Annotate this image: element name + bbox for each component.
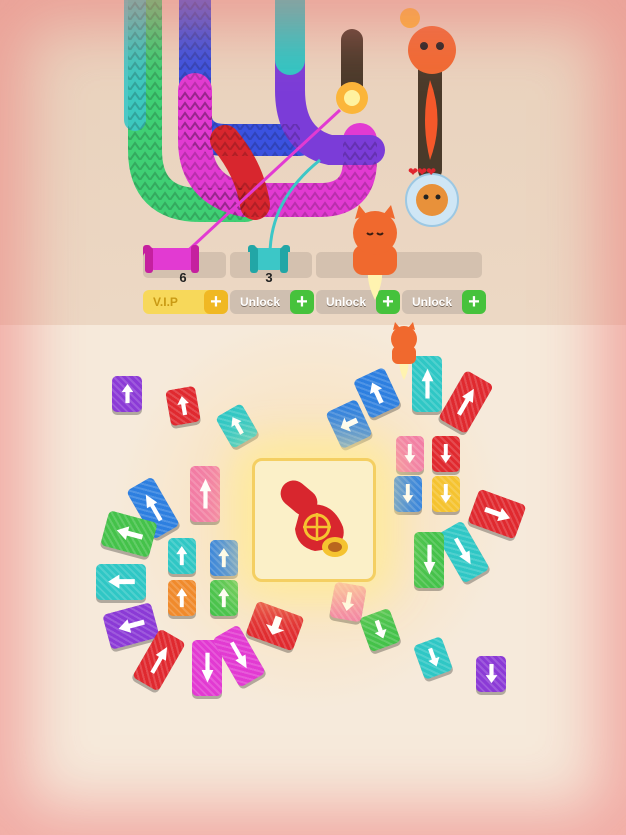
arrow-up-icon — [176, 546, 188, 566]
arrow-tile[interactable] — [414, 532, 444, 588]
vip-label: V.I.P — [153, 295, 178, 309]
arrow-up-icon — [176, 588, 188, 608]
unlock-slot-button-1[interactable]: Unlock + — [230, 290, 314, 314]
arrow-left-icon — [118, 619, 145, 634]
arrow-down-icon — [341, 592, 354, 612]
pointer-glove-icon — [280, 480, 348, 557]
rocket-cat-small-icon — [391, 322, 417, 380]
arrow-down-icon — [402, 484, 414, 504]
arrow-tile[interactable] — [432, 476, 460, 512]
arrow-up-icon — [199, 479, 211, 509]
arrow-down-icon — [201, 653, 213, 683]
arrow-tile[interactable] — [112, 376, 142, 412]
arrow-tile[interactable] — [396, 436, 424, 472]
game-stage: ❤❤❤ 6 3 V.I.P + Unlock + Unlock + Unlock… — [0, 0, 626, 835]
arrow-tile[interactable] — [165, 385, 201, 427]
arrow-up-icon — [218, 588, 230, 608]
plus-icon: + — [462, 290, 486, 314]
arrow-down-icon — [440, 444, 452, 464]
rocket-cat-large-icon — [353, 205, 397, 300]
unlock-label: Unlock — [412, 295, 453, 309]
arrow-tile[interactable] — [190, 466, 220, 522]
arrow-down-icon — [423, 545, 435, 575]
vip-slot-button[interactable]: V.I.P + — [143, 290, 228, 314]
plus-icon: + — [290, 290, 314, 314]
arrow-tile[interactable] — [210, 540, 238, 576]
booster-card[interactable] — [252, 458, 376, 582]
arrow-tile[interactable] — [168, 538, 196, 574]
arrow-up-icon — [176, 396, 189, 416]
arrow-up-icon — [218, 548, 230, 568]
arrow-tile[interactable] — [432, 436, 460, 472]
arrow-down-icon — [440, 484, 452, 504]
spool-count-2: 3 — [265, 270, 273, 285]
arrow-tile[interactable] — [394, 476, 422, 512]
arrow-down-icon — [427, 648, 440, 667]
yarn-board: ❤❤❤ 6 3 V.I.P + Unlock + Unlock + Unlock… — [0, 0, 626, 325]
arrow-tile[interactable] — [210, 580, 238, 616]
unlock-label: Unlock — [240, 295, 281, 309]
yarn-ropes-illustration — [124, 0, 459, 273]
arrow-left-icon — [340, 417, 359, 432]
arrow-tile[interactable] — [329, 581, 367, 623]
arrow-up-icon — [231, 417, 244, 436]
arrow-up-icon — [121, 384, 133, 404]
plus-icon: + — [204, 290, 228, 314]
hearts-indicator: ❤❤❤ — [408, 165, 436, 179]
arrow-tile[interactable] — [476, 656, 506, 692]
arrow-tile[interactable] — [168, 580, 196, 616]
arrow-tile[interactable] — [96, 564, 146, 600]
arrow-left-icon — [107, 574, 135, 590]
spool-count-1: 6 — [179, 270, 187, 285]
arrow-down-icon — [374, 620, 387, 639]
arrow-down-icon — [485, 664, 497, 684]
arrow-left-icon — [116, 526, 143, 541]
arrow-down-icon — [404, 444, 416, 464]
arrow-down-icon — [265, 615, 284, 635]
arrow-right-icon — [483, 507, 510, 522]
